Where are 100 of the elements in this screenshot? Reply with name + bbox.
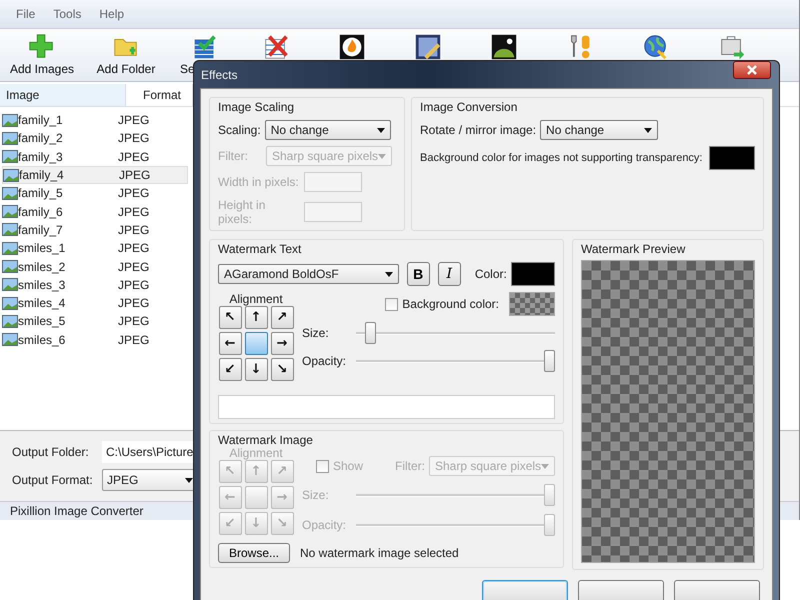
menu-item[interactable]: File [16,7,36,21]
caret-icon [644,128,652,132]
image-file-icon [2,242,18,255]
table-cell: JPEG [118,131,150,146]
color-swatch[interactable] [510,262,555,286]
alignment-button[interactable]: → [270,332,294,355]
alignment-label: Alignment [229,446,283,460]
caret-icon [541,464,549,468]
table-row[interactable]: smiles_6 JPEG [2,330,188,349]
image-file-icon [2,114,18,127]
alignment-button[interactable]: ↑ [244,306,268,329]
table-row[interactable]: family_5 JPEG [2,184,188,202]
alignment-button[interactable]: ↘ [270,358,294,381]
field-label: Filter: [218,149,249,163]
field-label: Opacity: [302,354,348,368]
group-title: Watermark Image [218,433,314,447]
table-row[interactable]: smiles_3 JPEG [2,276,188,294]
column-header[interactable]: Image [0,84,126,106]
field-label: Size: [302,326,330,340]
table-row[interactable]: smiles_1 JPEG [2,239,188,258]
close-icon [747,65,757,75]
table-row[interactable]: smiles_2 JPEG [2,257,188,276]
table-cell: JPEG [118,186,150,200]
dialog-button[interactable] [482,580,568,600]
image-file-icon [2,260,18,274]
field-label: Size: [302,488,330,502]
checkbox-label: Background color: [402,297,499,311]
dialog-button[interactable] [578,580,664,600]
group-title: Watermark Preview [581,242,686,256]
table-cell-text: family_1 [18,113,64,128]
toolbar-button[interactable]: Add Folder [84,29,168,76]
image-file-icon [2,150,18,164]
image-file-icon [2,278,18,292]
dialog-button[interactable] [674,580,760,600]
table-cell: JPEG [118,296,150,310]
table-cell: JPEG [118,260,150,274]
table-cell: JPEG [118,332,150,347]
checkbox[interactable] [385,298,398,310]
table-cell: JPEG [118,314,150,328]
font-dropdown[interactable]: AGaramond BoldOsF [218,264,399,284]
alignment-button[interactable]: ↖ [218,306,242,329]
color-swatch[interactable] [709,146,755,170]
toolbar-button[interactable]: Add Images [0,29,84,76]
width-field[interactable] [304,172,362,192]
height-field[interactable] [304,202,362,222]
image-file-icon [2,186,18,200]
table-cell: JPEG [118,204,150,219]
table-cell-text: smiles_1 [18,241,66,256]
field-label: Width in pixels: [218,175,300,189]
flame-icon [337,32,367,62]
field-label: Height in pixels: [218,198,266,226]
image-file-icon [2,132,18,145]
field-label: Background color for images not supporting transparency: [420,152,702,164]
table-row[interactable]: family_1 JPEG [2,111,188,130]
table-cell-text: smiles_4 [18,296,66,310]
table-cell: JPEG [118,278,150,292]
italic-button[interactable]: I [438,262,461,286]
color-swatch[interactable] [509,292,555,316]
field-label: Filter: [395,459,425,473]
image-file-icon [3,168,19,182]
table-row[interactable]: smiles_4 JPEG [2,294,188,312]
group-title: Watermark Text [218,242,302,256]
table-cell: JPEG [118,113,150,128]
alignment-button[interactable]: ↓ [244,358,268,381]
table-cell: JPEG [119,168,150,182]
table-row[interactable]: family_7 JPEG [2,220,188,240]
bold-button[interactable]: B [406,262,430,286]
table-row[interactable]: family_4 JPEG [2,166,188,184]
alignment-button[interactable] [244,332,268,355]
table-row[interactable]: family_2 JPEG [2,129,188,148]
table-row[interactable]: family_6 JPEG [2,202,188,221]
table-cell: JPEG [118,150,150,164]
slider-thumb[interactable] [365,322,376,344]
table-row[interactable]: smiles_5 JPEG [2,312,188,331]
status-text: Pixillion Image Converter [10,504,144,518]
caret-icon [384,272,393,276]
alignment-button[interactable]: ← [218,332,242,355]
output-folder-label: Output Folder: [12,444,90,461]
field-label: Opacity: [302,518,348,532]
caret-icon [378,154,386,158]
table-cell-text: family_7 [18,222,64,237]
menu-item[interactable]: Help [99,7,124,21]
table-cell-text: smiles_5 [18,314,66,328]
alignment-button[interactable]: ↙ [218,358,242,381]
caret-icon [185,478,193,482]
rotate-dropdown[interactable]: No change [540,120,658,140]
table-cell-text: family_2 [18,131,64,146]
checkbox-label: Show [333,459,364,473]
menu-item[interactable]: Tools [53,7,82,21]
image-file-icon [2,223,18,236]
image-file-icon [2,296,18,310]
watermark-text-field[interactable] [218,395,555,419]
table-cell-text: family_5 [18,186,64,200]
table-row[interactable]: family_3 JPEG [2,148,188,166]
photo-icon [489,32,519,62]
status-text: No watermark image selected [300,546,459,560]
slider-thumb[interactable] [544,350,555,372]
alignment-button[interactable]: ↗ [270,306,294,329]
dialog-title: Effects [201,68,238,82]
close-button[interactable] [733,61,771,79]
